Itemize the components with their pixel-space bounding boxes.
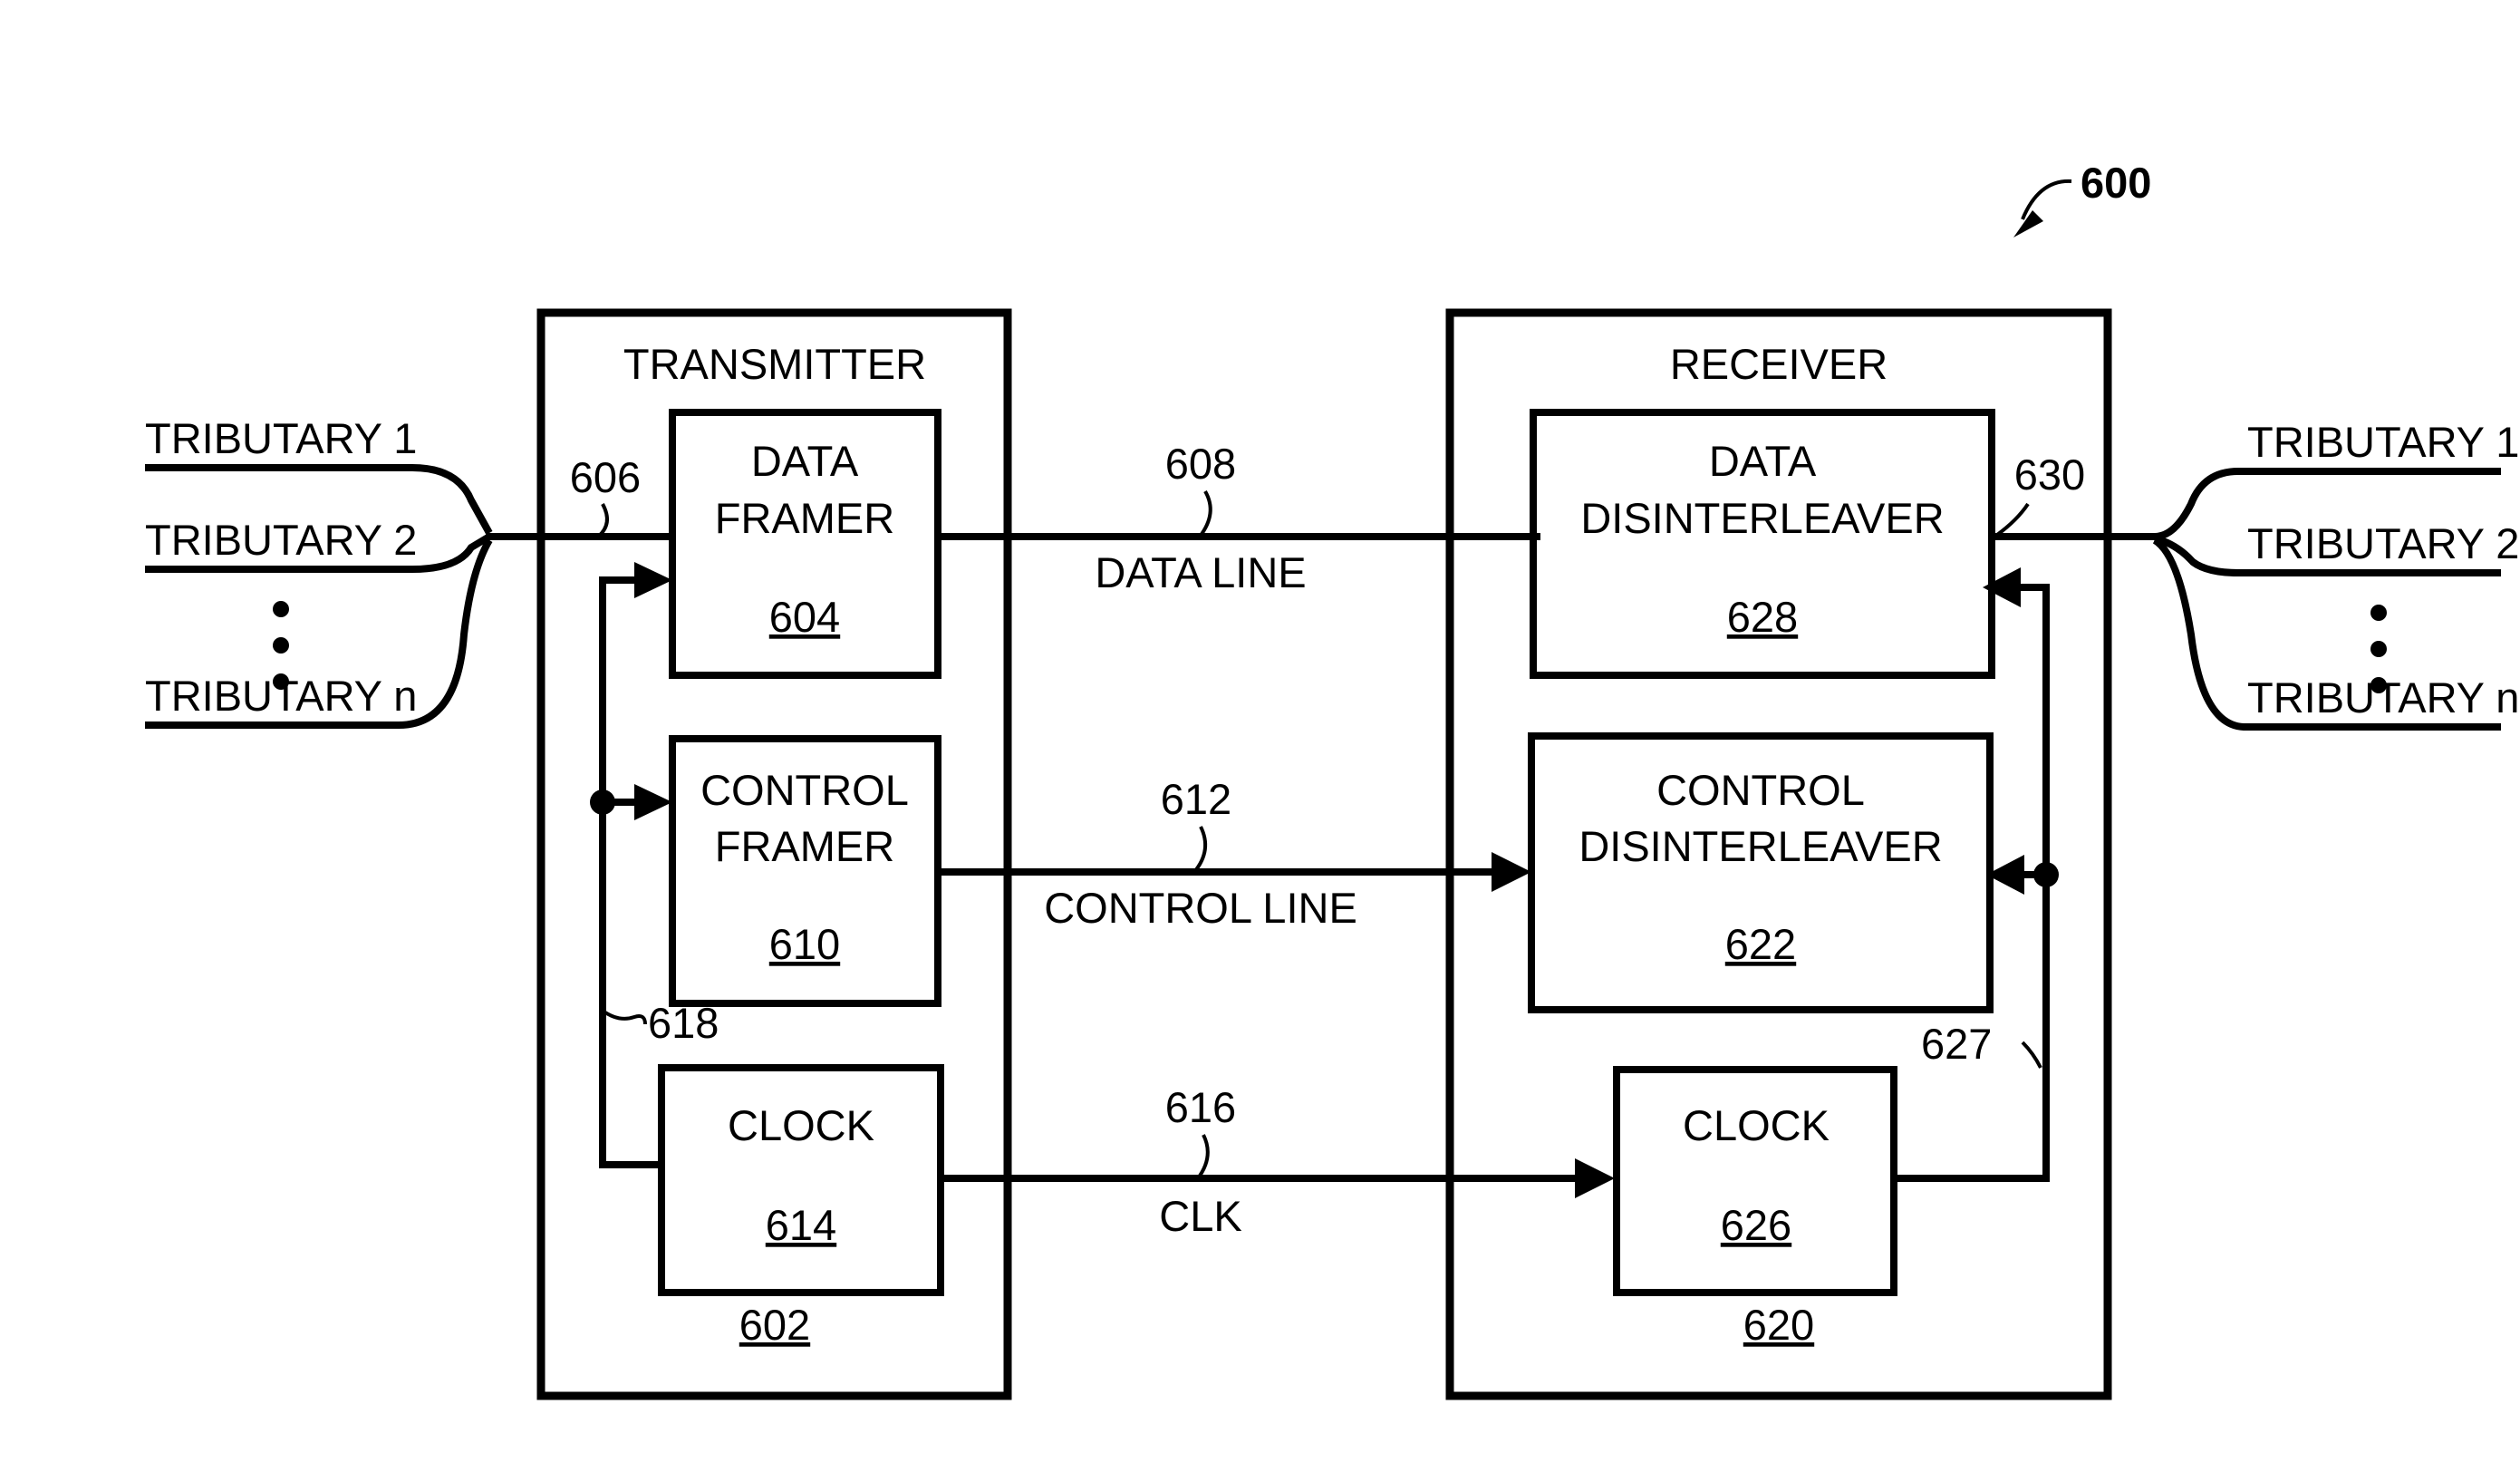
control-line-label: CONTROL LINE <box>1044 884 1357 932</box>
leader-612 <box>1192 826 1208 874</box>
leader-608 <box>1198 489 1212 538</box>
leader-606 <box>596 503 609 538</box>
data-framer-label-1: DATA <box>751 437 859 485</box>
transmitter-ref: 602 <box>739 1301 810 1349</box>
tributary-left-2: TRIBUTARY 2 <box>145 516 417 564</box>
ref-616: 616 <box>1165 1083 1236 1131</box>
rx-clock-ref: 626 <box>1721 1201 1791 1249</box>
data-line-label: DATA LINE <box>1095 548 1306 596</box>
tx-clock-ref: 614 <box>766 1201 836 1249</box>
left-ellipsis-icon <box>273 601 289 690</box>
tributary-right-2: TRIBUTARY 2 <box>2247 519 2519 567</box>
tributary-right-1: TRIBUTARY 1 <box>2247 418 2519 466</box>
control-framer-ref: 610 <box>769 920 840 968</box>
control-disinterleaver-label-2: DISINTERLEAVER <box>1579 822 1942 870</box>
data-disinterleaver-ref: 628 <box>1727 593 1798 641</box>
tx-clock-label: CLOCK <box>728 1101 874 1149</box>
ref-618: 618 <box>648 999 719 1047</box>
ref-612: 612 <box>1161 775 1231 823</box>
ref-608: 608 <box>1165 440 1236 488</box>
control-framer-label-2: FRAMER <box>715 822 894 870</box>
leader-630 <box>1995 502 2030 537</box>
ref-630: 630 <box>2014 450 2085 499</box>
right-ellipsis-icon <box>2370 605 2387 693</box>
leader-616 <box>1196 1134 1210 1180</box>
clock-line-wire <box>941 1158 1615 1198</box>
control-disinterleaver-label-1: CONTROL <box>1656 766 1865 814</box>
transmitter-title: TRANSMITTER <box>623 340 926 388</box>
receiver-title: RECEIVER <box>1670 340 1888 388</box>
ref-627: 627 <box>1921 1020 1992 1068</box>
tributary-left-1: TRIBUTARY 1 <box>145 414 417 462</box>
receiver-ref: 620 <box>1743 1301 1814 1349</box>
data-disinterleaver-label-1: DATA <box>1709 437 1817 485</box>
rx-clock-label: CLOCK <box>1683 1101 1830 1149</box>
patent-figure-canvas: TRIBUTARY 1 TRIBUTARY 2 TRIBUTARY n TRAN… <box>0 0 2520 1472</box>
figure-callout-arrow-icon <box>2013 179 2072 237</box>
data-disinterleaver-label-2: DISINTERLEAVER <box>1580 494 1944 542</box>
leader-627 <box>2021 1041 2042 1069</box>
data-framer-ref: 604 <box>769 593 840 641</box>
data-framer-label-2: FRAMER <box>715 494 894 542</box>
control-framer-label-1: CONTROL <box>700 766 909 814</box>
clk-line-label: CLK <box>1159 1192 1241 1240</box>
block-diagram: TRIBUTARY 1 TRIBUTARY 2 TRIBUTARY n TRAN… <box>145 159 2519 1400</box>
figure-ref-600: 600 <box>2081 159 2151 207</box>
control-disinterleaver-ref: 622 <box>1725 920 1796 968</box>
leader-618 <box>601 1009 647 1025</box>
ref-606: 606 <box>570 453 641 501</box>
rx-clock-feedback-bus <box>1894 567 2059 1182</box>
